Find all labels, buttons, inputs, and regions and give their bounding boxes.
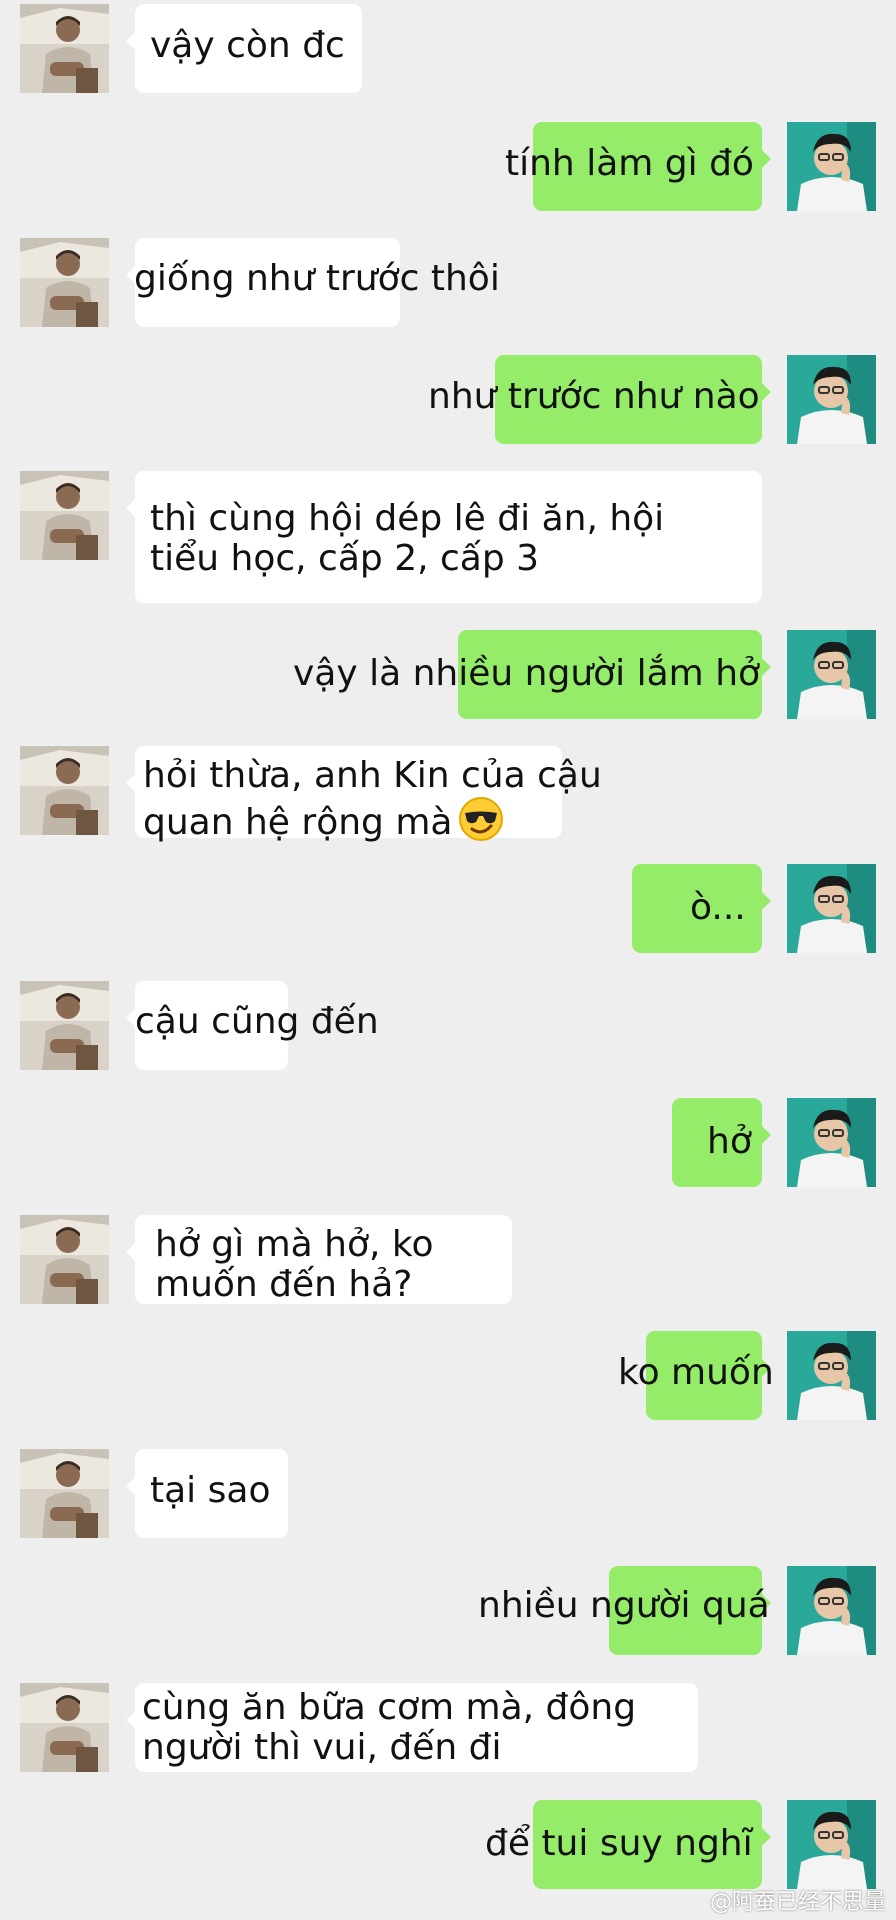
contact-photo xyxy=(20,1449,109,1538)
contact-photo xyxy=(20,1215,109,1304)
contact-avatar[interactable] xyxy=(20,1683,109,1772)
message-text: thì cùng hội dép lê đi ăn, hội tiểu học,… xyxy=(150,498,665,579)
message-text: cậu cũng đến xyxy=(135,1001,379,1042)
contact-photo xyxy=(20,1683,109,1772)
message-text: hở xyxy=(707,1121,752,1162)
message-text: nhiều người quá xyxy=(478,1585,770,1626)
contact-photo xyxy=(20,981,109,1070)
message-text: ko muốn xyxy=(618,1352,774,1393)
my-avatar[interactable] xyxy=(787,1098,876,1187)
contact-avatar[interactable] xyxy=(20,4,109,93)
contact-photo xyxy=(20,746,109,835)
message-text: để tui suy nghĩ xyxy=(485,1823,753,1864)
watermark: @阿蚕已经不思量 xyxy=(709,1890,886,1915)
my-avatar[interactable] xyxy=(787,355,876,444)
message-text: cùng ăn bữa cơm mà, đông người thì vui, … xyxy=(142,1687,637,1768)
contact-photo xyxy=(20,4,109,93)
contact-avatar[interactable] xyxy=(20,981,109,1070)
message-text: hở gì mà hở, ko muốn đến hả? xyxy=(155,1224,434,1305)
my-avatar[interactable] xyxy=(787,1566,876,1655)
my-avatar[interactable] xyxy=(787,864,876,953)
my-photo xyxy=(787,355,876,444)
my-photo xyxy=(787,1098,876,1187)
contact-photo xyxy=(20,238,109,327)
message-text: vậy còn đc xyxy=(150,25,345,66)
my-photo xyxy=(787,1331,876,1420)
contact-avatar[interactable] xyxy=(20,238,109,327)
my-avatar[interactable] xyxy=(787,630,876,719)
contact-avatar[interactable] xyxy=(20,471,109,560)
message-text: ò... xyxy=(690,887,746,928)
contact-photo xyxy=(20,471,109,560)
my-photo xyxy=(787,864,876,953)
my-photo xyxy=(787,1800,876,1889)
my-photo xyxy=(787,122,876,211)
message-text: giống như trước thôi xyxy=(134,258,500,299)
chat-message-list[interactable]: vậy còn đc tính làm gì đó giống như trướ… xyxy=(0,0,896,1920)
sunglasses-emoji xyxy=(459,797,504,841)
my-photo xyxy=(787,630,876,719)
contact-avatar[interactable] xyxy=(20,1449,109,1538)
contact-avatar[interactable] xyxy=(20,746,109,835)
my-photo xyxy=(787,1566,876,1655)
my-avatar[interactable] xyxy=(787,1331,876,1420)
contact-avatar[interactable] xyxy=(20,1215,109,1304)
message-text: vậy là nhiều người lắm hở xyxy=(293,653,761,694)
my-avatar[interactable] xyxy=(787,122,876,211)
message-text: tính làm gì đó xyxy=(505,143,754,184)
message-text: hỏi thừa, anh Kin của cậu quan hệ rộng m… xyxy=(143,755,602,843)
message-text: tại sao xyxy=(150,1470,271,1511)
message-text: như trước như nào xyxy=(428,376,760,417)
my-avatar[interactable] xyxy=(787,1800,876,1889)
